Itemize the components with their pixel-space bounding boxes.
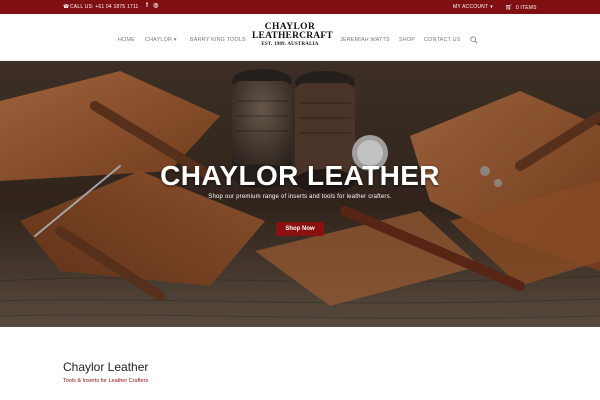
nav-chaylor-label: CHAYLOR (145, 37, 173, 43)
phone-icon: ☎ (63, 3, 70, 10)
phone-text: CALL US: +61 04 1875 1711 (70, 4, 139, 10)
cart-count: 0 ITEMS (515, 4, 537, 11)
phone-contact[interactable]: ☎ CALL US: +61 04 1875 1711 (63, 4, 139, 10)
hero-banner: CHAYLOR LEATHER Shop our premium range o… (0, 61, 600, 327)
logo-line-2: LEATHERCRAFT (252, 31, 333, 41)
nav-chaylor[interactable]: CHAYLOR ▾ (145, 37, 177, 43)
nav-jeremiah-watts[interactable]: JEREMIAH WATTS (340, 37, 390, 43)
hero-subtitle: Shop our premium range of inserts and to… (208, 194, 392, 200)
my-account-menu[interactable]: MY ACCOUNT ▾ (453, 4, 493, 10)
nav-contact-us[interactable]: CONTACT US (424, 37, 461, 43)
hero-title: CHAYLOR LEATHER (160, 160, 440, 191)
nav-home[interactable]: HOME (118, 37, 135, 43)
instagram-icon[interactable]: ◎ (153, 3, 158, 10)
cart-link[interactable]: 🛒︎ 0 ITEMS (505, 4, 537, 12)
social-links: f ◎ (146, 3, 159, 10)
cart-icon: 🛒︎ (505, 5, 513, 11)
shop-now-button[interactable]: Shop Now (276, 222, 324, 236)
chevron-down-icon: ▾ (490, 4, 493, 10)
site-logo[interactable]: CHAYLOR LEATHERCRAFT EST. 1989. AUSTRALI… (252, 22, 333, 48)
my-account-label: MY ACCOUNT (453, 4, 489, 10)
intro-subtitle: Tools & Inserts for Leather Crafters (63, 378, 149, 384)
nav-barry-king-tools[interactable]: BARRY KING TOOLS (190, 37, 246, 43)
chevron-down-icon: ▾ (173, 37, 177, 43)
search-icon[interactable] (470, 36, 478, 44)
facebook-icon[interactable]: f (146, 3, 148, 10)
nav-shop[interactable]: SHOP (399, 37, 415, 43)
intro-title: Chaylor Leather (63, 360, 149, 374)
logo-line-3: EST. 1989. AUSTRALIA (261, 42, 319, 47)
top-bar: ☎ CALL US: +61 04 1875 1711 f ◎ MY ACCOU… (0, 0, 600, 14)
site-header: HOME CHAYLOR ▾ BARRY KING TOOLS JEREMIAH… (0, 14, 600, 61)
